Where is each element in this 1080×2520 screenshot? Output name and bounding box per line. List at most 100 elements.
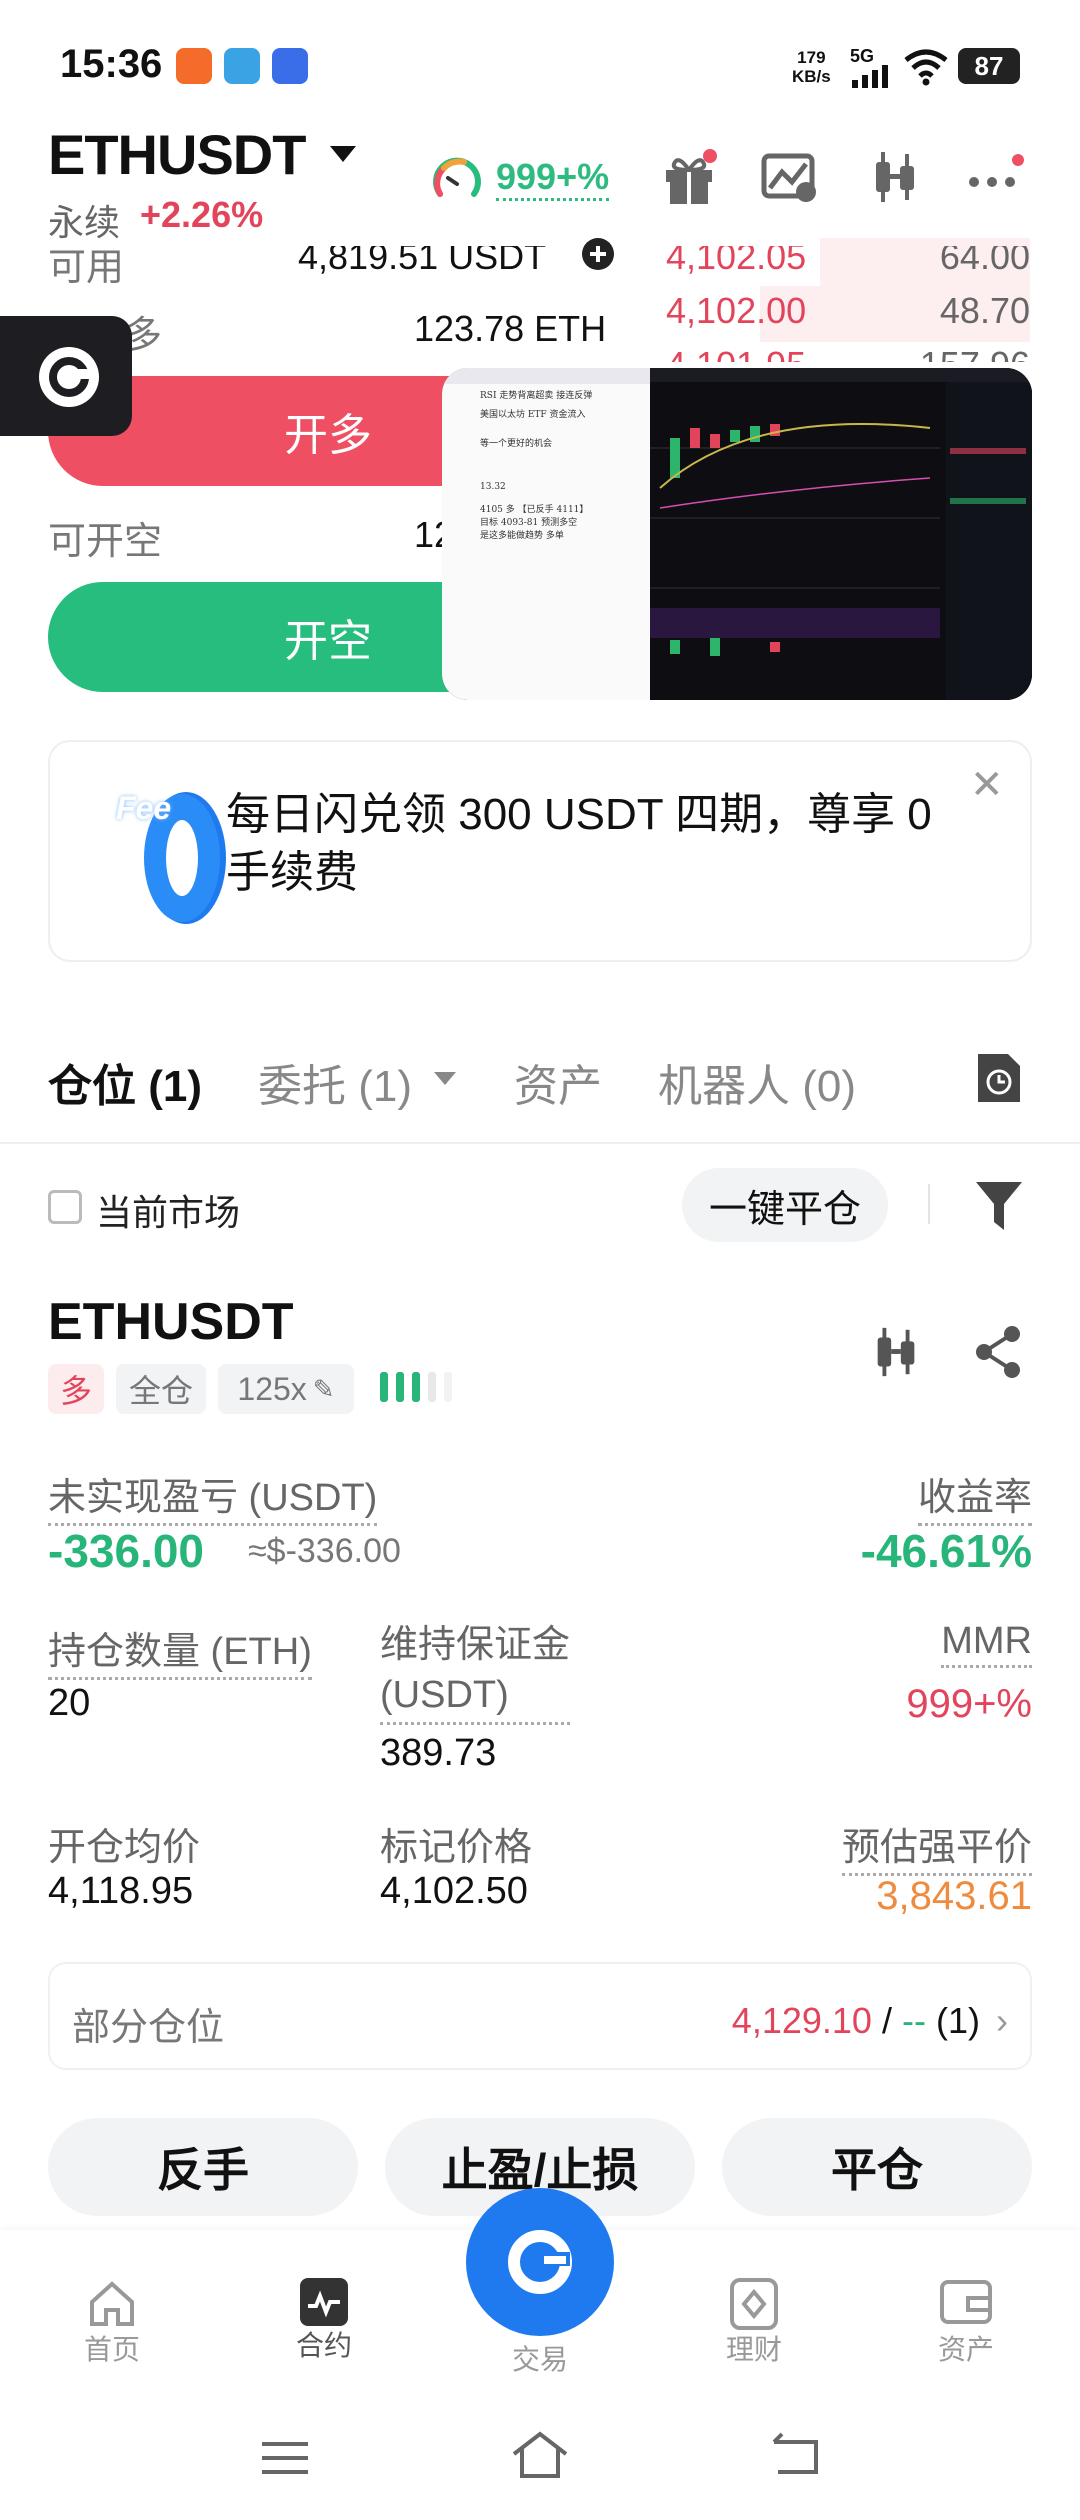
menu-icon[interactable]: [260, 2438, 310, 2478]
nav-earn[interactable]: 理财: [684, 2276, 824, 2368]
nav-assets[interactable]: 资产: [896, 2276, 1036, 2368]
futures-icon: [300, 2278, 348, 2326]
can-long-value: 123.78 ETH: [414, 308, 607, 349]
mark-price-value: 4,102.50: [380, 1870, 528, 1912]
available-value: 4,819.51 USDT: [298, 236, 547, 277]
chevron-down-icon[interactable]: [434, 1072, 456, 1085]
pip-line: 13.32: [480, 482, 506, 492]
pair-title[interactable]: ETHUSDT: [48, 122, 306, 187]
nav-earn-label: 理财: [725, 2334, 782, 2365]
trade-icon: [508, 2230, 572, 2294]
tab-orders[interactable]: 委托 (1): [258, 1050, 412, 1114]
floating-app-button[interactable]: [0, 316, 132, 436]
price-change: +2.26%: [140, 194, 264, 235]
can-short-label: 可开空: [48, 521, 163, 563]
position-size-label[interactable]: 持仓数量 (ETH): [48, 1620, 312, 1680]
roe-value: -46.61%: [860, 1525, 1032, 1577]
gift-icon[interactable]: [660, 148, 718, 206]
unrealized-pnl-value: -336.00: [48, 1525, 205, 1577]
pip-line: 等一个更好的机会: [480, 439, 553, 449]
pip-line: 目标 4093-81 预测多空: [480, 518, 578, 528]
net-speed: 179 KB/s: [792, 48, 831, 86]
nav-futures-label: 合约: [295, 2330, 352, 2361]
signal-icon: [852, 65, 888, 88]
wifi-icon: [904, 49, 948, 86]
share-icon[interactable]: [970, 1324, 1026, 1380]
current-market-checkbox[interactable]: [48, 1190, 82, 1224]
history-icon[interactable]: [972, 1050, 1024, 1106]
maint-margin-label-line1: 维持保证金: [380, 1624, 571, 1666]
chart-settings-icon[interactable]: [760, 148, 818, 206]
telegram-icon: [224, 48, 260, 84]
maint-margin-label-line2: (USDT): [380, 1674, 509, 1716]
close-icon[interactable]: ✕: [970, 762, 1004, 808]
edit-icon: ✎: [312, 1373, 335, 1404]
home-system-icon[interactable]: [510, 2430, 570, 2480]
ask-qty: 48.70: [939, 290, 1030, 331]
mmr-label[interactable]: MMR: [941, 1620, 1032, 1668]
partial-position-summary: 4,129.10 / -- (1) ›: [732, 2000, 1008, 2042]
close-all-button[interactable]: 一键平仓: [682, 1168, 888, 1242]
roe-label[interactable]: 收益率: [917, 1466, 1032, 1526]
pip-chart: [650, 368, 1032, 700]
current-market-label[interactable]: 当前市场: [96, 1184, 240, 1236]
mmr-value: 999+%: [906, 1682, 1032, 1726]
tab-assets[interactable]: 资产: [514, 1050, 602, 1114]
unrealized-pnl-approx: ≈$-336.00: [248, 1532, 401, 1570]
divider: [928, 1184, 930, 1224]
side-tag: 多: [48, 1364, 104, 1414]
status-time: 15:36: [60, 42, 163, 86]
position-size-value: 20: [48, 1682, 91, 1724]
contract-type: 永续: [48, 202, 121, 243]
close-position-button[interactable]: 平仓: [722, 2118, 1032, 2216]
maint-margin-label[interactable]: 维持保证金 (USDT): [380, 1620, 571, 1725]
liq-price-value: 3,843.61: [876, 1874, 1032, 1918]
wallet-icon: [940, 2280, 992, 2324]
mark-price-label: 标记价格: [380, 1827, 533, 1869]
nav-home-label: 首页: [83, 2334, 140, 2365]
ask-price[interactable]: 4,102.05: [666, 246, 806, 278]
more-icon[interactable]: [966, 148, 1024, 206]
app-notification-icon: [176, 48, 212, 84]
maint-margin-value: 389.73: [380, 1732, 497, 1774]
nav-trade-button[interactable]: [466, 2188, 614, 2336]
partial-sl-price: --: [901, 2000, 926, 2041]
entry-price-label: 开仓均价: [48, 1827, 201, 1869]
filter-icon[interactable]: [974, 1178, 1024, 1234]
partial-tp-price: 4,129.10: [731, 2000, 872, 2041]
liq-price-label[interactable]: 预估强平价: [841, 1816, 1032, 1876]
gauge-percent[interactable]: 999+%: [496, 156, 610, 201]
earn-icon: [730, 2278, 778, 2330]
entry-price-value: 4,118.95: [48, 1870, 194, 1912]
reverse-button[interactable]: 反手: [48, 2118, 358, 2216]
nav-futures[interactable]: 合约: [254, 2276, 394, 2364]
candlestick-icon[interactable]: [866, 148, 924, 206]
unrealized-pnl-label[interactable]: 未实现盈亏 (USDT): [48, 1466, 378, 1526]
chevron-right-icon: ›: [996, 2000, 1008, 2041]
banner-text: 每日闪兑领 300 USDT 四期，尊享 0 手续费: [226, 790, 932, 897]
separator: /: [881, 2000, 892, 2041]
tab-positions[interactable]: 仓位 (1): [48, 1050, 202, 1114]
partial-position-label: 部分仓位: [72, 2007, 225, 2049]
nav-home[interactable]: 首页: [42, 2276, 182, 2368]
risk-gauge-icon[interactable]: [430, 154, 484, 208]
back-icon[interactable]: [768, 2432, 822, 2480]
pip-line: 是这多能做趋势 多单: [480, 531, 564, 541]
partial-count: (1): [935, 2000, 980, 2041]
pip-video-overlay[interactable]: RSI 走势背离超卖 接连反弹 美国以太坊 ETF 资金流入 等一个更好的机会 …: [442, 368, 1032, 700]
leverage-tag[interactable]: 125x ✎: [218, 1364, 354, 1414]
pip-doc-panel: RSI 走势背离超卖 接连反弹 美国以太坊 ETF 资金流入 等一个更好的机会 …: [442, 368, 650, 700]
ask-price[interactable]: 4,102.00: [666, 290, 806, 332]
tab-divider: [0, 1142, 1080, 1144]
home-icon: [90, 2281, 134, 2326]
chevron-down-icon[interactable]: [330, 146, 356, 162]
pip-line: 美国以太坊 ETF 资金流入: [480, 410, 586, 420]
leverage-value: 125x: [237, 1370, 307, 1407]
position-symbol[interactable]: ETHUSDT: [48, 1292, 294, 1352]
app-logo-icon: [39, 347, 99, 407]
candlestick-icon[interactable]: [868, 1324, 924, 1380]
nav-trade-label[interactable]: 交易: [470, 2338, 610, 2378]
add-funds-icon[interactable]: [580, 236, 616, 272]
tab-bots[interactable]: 机器人 (0): [658, 1050, 856, 1114]
pip-line: 4105 多 【已反手 4111】: [480, 505, 589, 515]
